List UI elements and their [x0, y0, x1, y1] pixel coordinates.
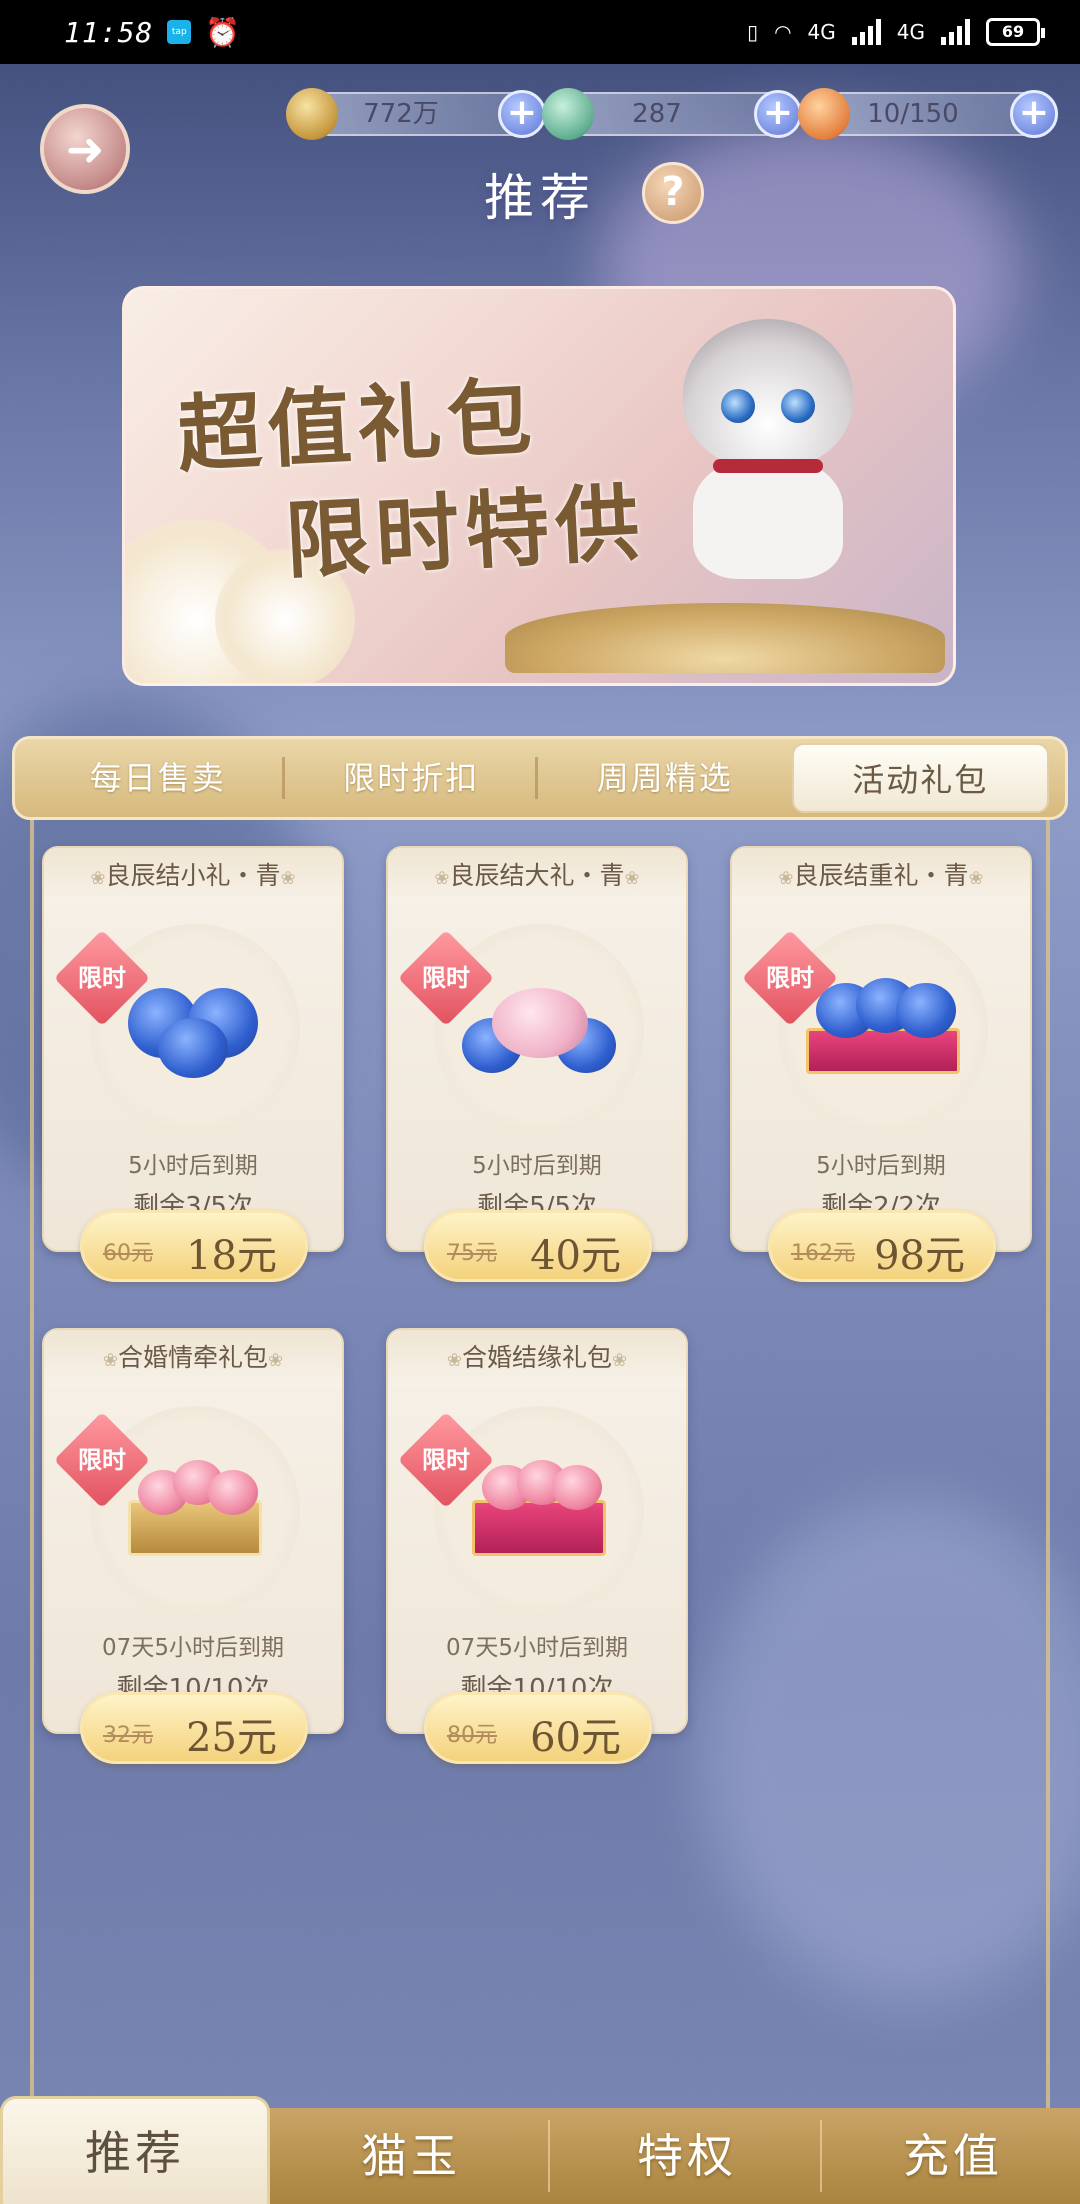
buy-button[interactable]: 162元 98元	[768, 1210, 996, 1282]
add-food-button[interactable]: +	[1010, 90, 1058, 138]
tab-daily-sale[interactable]: 每日售卖	[31, 743, 285, 813]
product-card[interactable]: ❀合婚情牵礼包❀ 限时 07天5小时后到期 剩余10/10次 32元 25元	[42, 1328, 344, 1764]
paw-icon: ❀	[102, 1350, 118, 1371]
sleeping-cat-bouquet-icon	[462, 978, 616, 1078]
resource-value: 10/150	[867, 99, 959, 129]
original-price: 60元	[103, 1241, 153, 1266]
wifi-icon: ◠	[774, 20, 792, 44]
expire-text: 5小时后到期	[128, 1153, 258, 1179]
product-name-row: ❀合婚结缘礼包❀	[388, 1330, 686, 1386]
add-paw-coins-button[interactable]: +	[498, 90, 546, 138]
alarm-icon: ⏰	[205, 15, 241, 49]
original-price: 75元	[447, 1241, 497, 1266]
product-name: 合婚情牵礼包	[117, 1343, 268, 1372]
tab-event-packs[interactable]: 活动礼包	[791, 743, 1049, 813]
product-card[interactable]: ❀合婚结缘礼包❀ 限时 07天5小时后到期 剩余10/10次 80元 60元	[386, 1328, 688, 1764]
product-name: 良辰结大礼・青	[449, 861, 625, 890]
tab-weekly-picks[interactable]: 周周精选	[538, 743, 792, 813]
buy-button[interactable]: 60元 18元	[80, 1210, 308, 1282]
sale-price: 60元	[530, 1715, 621, 1761]
resource-jade: 287 +	[542, 88, 802, 140]
tap-app-icon: tap	[167, 20, 192, 44]
product-card[interactable]: ❀良辰结小礼・青❀ 限时 5小时后到期 剩余3/5次 60元 18元	[42, 846, 344, 1282]
signal-icon-2	[941, 19, 970, 45]
limited-badge-label: 限时	[78, 1445, 126, 1474]
status-bar: 11:58 tap ⏰ ▯ ◠ 4G 4G 69	[0, 0, 1080, 64]
product-card[interactable]: ❀良辰结重礼・青❀ 限时 5小时后到期 剩余2/2次 162元 98元	[730, 846, 1032, 1282]
sale-price: 40元	[530, 1233, 621, 1279]
lucky-cat-illustration	[663, 319, 863, 579]
blue-bouquet-heart-icon	[118, 978, 272, 1078]
pink-bouquet-red-box-icon	[462, 1460, 616, 1560]
buy-button[interactable]: 75元 40元	[424, 1210, 652, 1282]
expire-text: 07天5小时后到期	[446, 1635, 628, 1661]
original-price: 32元	[103, 1723, 153, 1748]
pink-bouquet-gold-box-icon	[118, 1460, 272, 1560]
product-name-row: ❀良辰结小礼・青❀	[44, 848, 342, 904]
vibrate-icon: ▯	[747, 20, 759, 44]
product-name: 良辰结小礼・青	[105, 861, 281, 890]
paw-icon: ❀	[624, 868, 640, 889]
signal-icon	[851, 19, 881, 45]
nav-privileges[interactable]: 特权	[552, 2108, 822, 2204]
product-name-row: ❀良辰结大礼・青❀	[388, 848, 686, 904]
product-name-row: ❀合婚情牵礼包❀	[44, 1330, 342, 1386]
status-time: 11:58	[64, 15, 154, 49]
buy-button[interactable]: 32元 25元	[80, 1692, 308, 1764]
limited-badge-label: 限时	[422, 963, 470, 992]
paw-icon: ❀	[280, 868, 296, 889]
paw-icon: ❀	[968, 868, 984, 889]
resource-food: 10/150 +	[798, 88, 1058, 140]
sale-price: 98元	[874, 1233, 965, 1279]
paw-icon: ❀	[778, 868, 794, 889]
nav-recharge[interactable]: 充值	[826, 2108, 1080, 2204]
bottom-navigation: 推荐 猫玉 特权 充值	[0, 2096, 1080, 2204]
sale-price: 18元	[186, 1233, 277, 1279]
promo-banner[interactable]: 超值礼包 限时特供	[122, 286, 956, 686]
category-tabs: 每日售卖 限时折扣 周周精选 活动礼包	[12, 736, 1068, 820]
expire-text: 5小时后到期	[816, 1153, 946, 1179]
battery-icon: 69	[986, 18, 1045, 46]
original-price: 162元	[791, 1241, 855, 1266]
buy-button[interactable]: 80元 60元	[424, 1692, 652, 1764]
limited-badge-label: 限时	[78, 963, 126, 992]
limited-badge-label: 限时	[422, 1445, 470, 1474]
limited-badge-label: 限时	[766, 963, 814, 992]
sale-price: 25元	[186, 1715, 277, 1761]
page-title: 推荐	[484, 169, 596, 227]
resource-paw-coins: 772万 +	[286, 88, 546, 140]
blue-bouquet-box-icon	[806, 978, 960, 1078]
expire-text: 5小时后到期	[472, 1153, 602, 1179]
resource-value: 772万	[363, 99, 439, 129]
back-arrow-icon: ➜	[65, 122, 105, 176]
tab-limited-discount[interactable]: 限时折扣	[285, 743, 539, 813]
nav-cat-jade[interactable]: 猫玉	[276, 2108, 546, 2204]
product-name-row: ❀良辰结重礼・青❀	[732, 848, 1030, 904]
coin-pile-illustration	[505, 603, 945, 673]
paw-icon: ❀	[446, 1350, 462, 1371]
nav-divider	[548, 2120, 550, 2192]
network-label: 4G	[807, 20, 836, 44]
paw-icon: ❀	[268, 1350, 284, 1371]
product-name: 良辰结重礼・青	[793, 861, 969, 890]
product-card[interactable]: ❀良辰结大礼・青❀ 限时 5小时后到期 剩余5/5次 75元 40元	[386, 846, 688, 1282]
paw-icon: ❀	[434, 868, 450, 889]
original-price: 80元	[447, 1723, 497, 1748]
help-button[interactable]: ?	[642, 162, 704, 224]
add-jade-button[interactable]: +	[754, 90, 802, 138]
back-button[interactable]: ➜	[40, 104, 130, 194]
paw-icon: ❀	[612, 1350, 628, 1371]
resource-value: 287	[632, 99, 682, 129]
expire-text: 07天5小时后到期	[102, 1635, 284, 1661]
nav-recommend[interactable]: 推荐	[0, 2096, 270, 2204]
product-name: 合婚结缘礼包	[461, 1343, 612, 1372]
banner-subheadline: 限时特供	[282, 472, 648, 591]
network-label-2: 4G	[896, 20, 925, 44]
paw-icon: ❀	[90, 868, 106, 889]
